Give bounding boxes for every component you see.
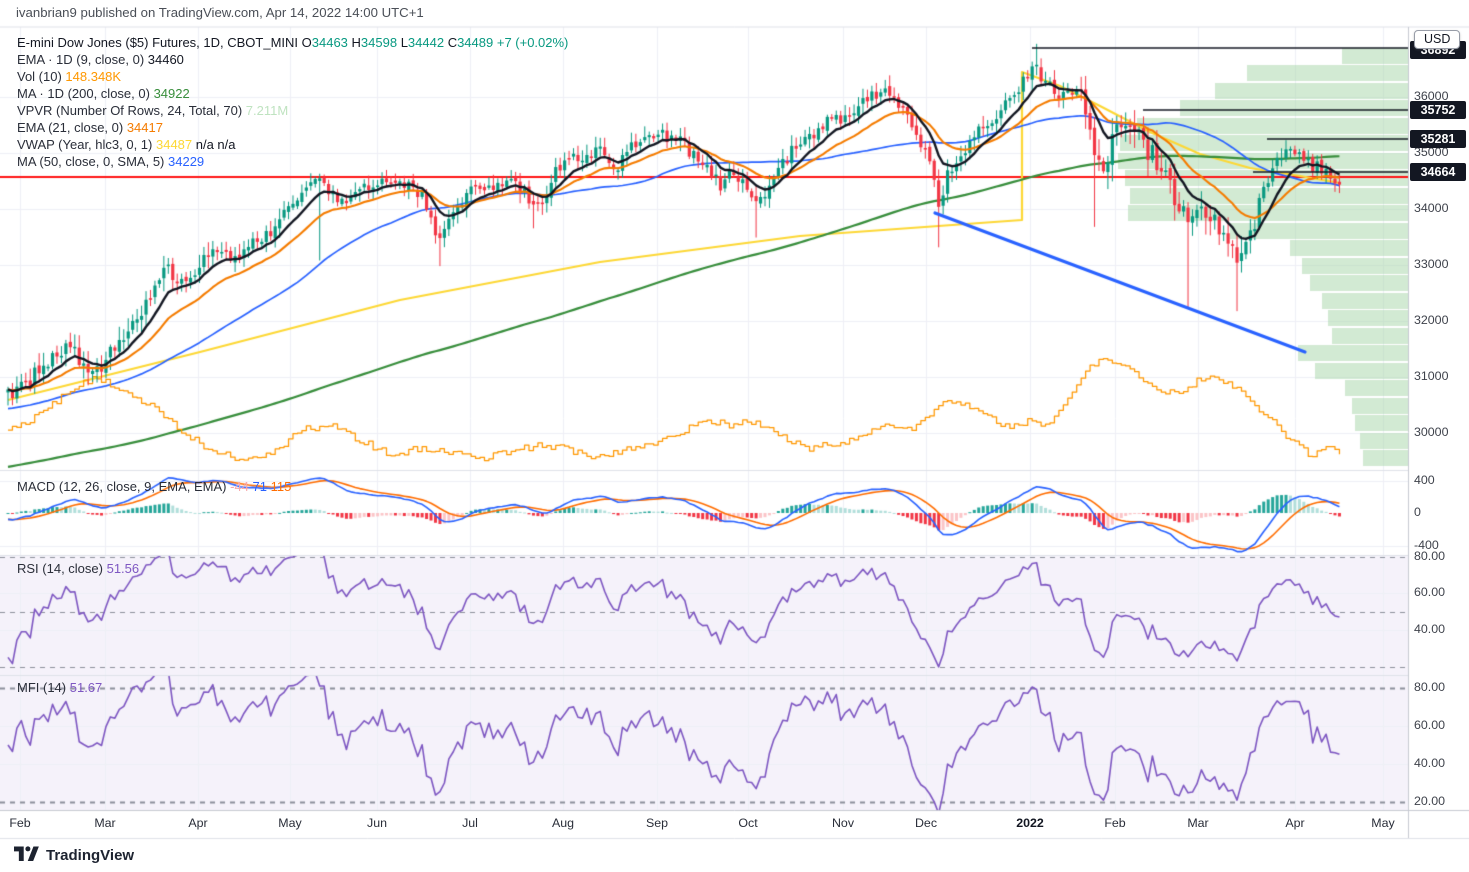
indicator-row-0-text: 34460	[148, 52, 184, 67]
symbol-title-row-text: 34489	[457, 35, 493, 50]
price-tick: 30000	[1414, 425, 1448, 439]
indicator-row-3-text: VPVR (Number Of Rows, 24, Total, 70)	[17, 103, 246, 118]
price-axis[interactable]: 360003500034000330003200031000300004000-…	[1408, 0, 1469, 838]
price-level-label: 34664	[1410, 163, 1466, 181]
indicator-row-6-text: 34229	[168, 154, 204, 169]
time-axis-label: Oct	[738, 816, 757, 830]
macd-tick: 400	[1414, 473, 1435, 487]
price-level-label: 35281	[1410, 130, 1466, 148]
macd-legend-row-text: 115	[271, 479, 292, 494]
symbol-title-row-text: C	[444, 35, 457, 50]
indicator-row-1-text: Vol (10)	[17, 69, 65, 84]
mfi-legend-row-text: 51.67	[70, 680, 103, 695]
mfi-legend-row[interactable]: MFI (14) 51.67	[17, 679, 102, 696]
indicator-row-3-text: 7.211M	[246, 103, 288, 118]
mfi-tick: 80.00	[1414, 680, 1445, 694]
time-axis-label: Jul	[462, 816, 478, 830]
mfi-legend-row-text: MFI (14)	[17, 680, 70, 695]
time-axis[interactable]: Feb Mar Apr May Jun Jul Aug Sep Oct Nov Dec 2022 Feb…	[0, 810, 1408, 838]
indicator-row-5-text: n/a n/a	[196, 137, 236, 152]
time-axis-label: Jun	[367, 816, 387, 830]
symbol-title-row-text: 34463	[312, 35, 348, 50]
time-axis-label: Apr	[188, 816, 207, 830]
indicator-row-6-text: MA (50, close, 0, SMA, 5)	[17, 154, 168, 169]
time-axis-label: Mar	[94, 816, 115, 830]
time-axis-label: Apr	[1285, 816, 1304, 830]
rsi-tick: 40.00	[1414, 622, 1445, 636]
time-axis-label: 2022	[1016, 816, 1044, 830]
time-axis-label: Dec	[915, 816, 937, 830]
indicator-row-0[interactable]: EMA · 1D (9, close, 0) 34460	[17, 51, 568, 68]
main-legend: E-mini Dow Jones ($5) Futures, 1D, CBOT_…	[17, 34, 568, 170]
publish-info: ivanbrian9 published on TradingView.com,…	[16, 5, 424, 20]
currency-button[interactable]: USD	[1414, 30, 1460, 49]
symbol-title-row-text: H	[348, 35, 361, 50]
price-tick: 31000	[1414, 369, 1448, 383]
mfi-tick: 40.00	[1414, 756, 1445, 770]
rsi-legend: RSI (14, close) 51.56	[17, 560, 139, 577]
indicator-row-2-text: MA · 1D (200, close, 0)	[17, 86, 154, 101]
time-axis-label: Feb	[9, 816, 30, 830]
rsi-tick: 80.00	[1414, 549, 1445, 563]
indicator-row-1-text: 148.348K	[65, 69, 121, 84]
indicator-row-0-text: EMA · 1D (9, close, 0)	[17, 52, 148, 67]
time-axis-label: Sep	[646, 816, 668, 830]
mfi-tick: 20.00	[1414, 794, 1445, 808]
macd-legend: MACD (12, 26, close, 9, EMA, EMA) -44 71…	[17, 478, 291, 495]
rsi-legend-row-text: RSI (14, close)	[17, 561, 107, 576]
macd-legend-row-text: 71	[253, 479, 271, 494]
symbol-title-row-text: 34598	[361, 35, 397, 50]
indicator-row-5-text: 34487	[156, 137, 196, 152]
symbol-title-row-text: L	[397, 35, 408, 50]
time-axis-label: May	[278, 816, 301, 830]
macd-tick: 0	[1414, 505, 1421, 519]
indicator-row-2-text: 34922	[154, 86, 190, 101]
footer-logo: TradingView	[14, 845, 134, 866]
symbol-title-row-text: +7 (+0.02%)	[493, 35, 568, 50]
time-axis-label: Mar	[1187, 816, 1208, 830]
indicator-row-6[interactable]: MA (50, close, 0, SMA, 5) 34229	[17, 153, 568, 170]
macd-legend-row-text: -44	[230, 479, 252, 494]
indicator-row-4-text: 34417	[127, 120, 163, 135]
symbol-title-row-text: E-mini Dow Jones ($5) Futures, 1D, CBOT_…	[17, 35, 298, 50]
indicator-row-3[interactable]: VPVR (Number Of Rows, 24, Total, 70) 7.2…	[17, 102, 568, 119]
rsi-tick: 60.00	[1414, 585, 1445, 599]
symbol-title-row-text: 34442	[408, 35, 444, 50]
symbol-title-row[interactable]: E-mini Dow Jones ($5) Futures, 1D, CBOT_…	[17, 34, 568, 51]
indicator-row-1[interactable]: Vol (10) 148.348K	[17, 68, 568, 85]
price-tick: 32000	[1414, 313, 1448, 327]
tradingview-snapshot: ivanbrian9 published on TradingView.com,…	[0, 0, 1469, 872]
indicator-row-4-text: EMA (21, close, 0)	[17, 120, 127, 135]
price-tick: 34000	[1414, 201, 1448, 215]
price-level-label: 35752	[1410, 101, 1466, 119]
macd-legend-row[interactable]: MACD (12, 26, close, 9, EMA, EMA) -44 71…	[17, 478, 291, 495]
tradingview-icon	[14, 845, 39, 866]
indicator-row-5[interactable]: VWAP (Year, hlc3, 0, 1) 34487 n/a n/a	[17, 136, 568, 153]
symbol-title-row-text: O	[298, 35, 312, 50]
rsi-legend-row[interactable]: RSI (14, close) 51.56	[17, 560, 139, 577]
mfi-legend: MFI (14) 51.67	[17, 679, 102, 696]
time-axis-label: Aug	[552, 816, 574, 830]
indicator-row-4[interactable]: EMA (21, close, 0) 34417	[17, 119, 568, 136]
time-axis-label: Nov	[832, 816, 854, 830]
time-axis-label: May	[1371, 816, 1394, 830]
macd-legend-row-text: MACD (12, 26, close, 9, EMA, EMA)	[17, 479, 230, 494]
brand-wordmark: TradingView	[46, 847, 134, 864]
price-tick: 33000	[1414, 257, 1448, 271]
time-axis-label: Feb	[1104, 816, 1125, 830]
indicator-row-2[interactable]: MA · 1D (200, close, 0) 34922	[17, 85, 568, 102]
rsi-legend-row-text: 51.56	[107, 561, 140, 576]
mfi-tick: 60.00	[1414, 718, 1445, 732]
indicator-row-5-text: VWAP (Year, hlc3, 0, 1)	[17, 137, 156, 152]
